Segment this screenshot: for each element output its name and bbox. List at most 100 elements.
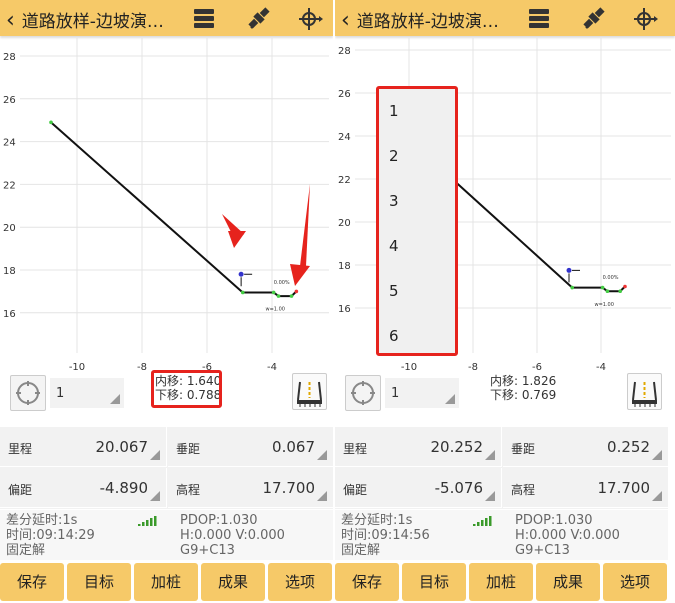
crosshair-circle-icon bbox=[351, 381, 375, 405]
field-label: 垂距 bbox=[176, 442, 201, 456]
status-sats: G9+C13 bbox=[515, 543, 570, 558]
field-value: -5.076 bbox=[434, 479, 483, 497]
width-label: w=1.00 bbox=[594, 302, 613, 308]
section-vertex bbox=[618, 289, 622, 294]
target-button[interactable]: 目标 bbox=[67, 563, 131, 601]
road-section-icon bbox=[632, 381, 657, 407]
width-label: w=1.00 bbox=[266, 307, 285, 313]
section-vertex bbox=[570, 285, 574, 290]
field-value: 0.252 bbox=[607, 438, 650, 456]
results-button[interactable]: 成果 bbox=[536, 563, 600, 601]
dropdown-triangle-icon bbox=[110, 394, 120, 404]
dropdown-option[interactable]: 3 bbox=[379, 179, 455, 224]
field-label: 里程 bbox=[8, 442, 33, 456]
field-label: 高程 bbox=[511, 483, 536, 497]
phone-screen: ‹ 道路放样-边坡演… -10 -8 -6 -4 16 18 20 22 24 26 28 0.00% w… bbox=[335, 0, 675, 603]
status-panel: 差分延时:1s 时间:09:14:56 固定解 PDOP:1.030 H:0.000 V… bbox=[335, 510, 668, 560]
offset-readout: 内移: 1.826 下移: 0.769 bbox=[490, 374, 556, 402]
layers-icon[interactable] bbox=[525, 4, 553, 32]
y-tick-label: 28 bbox=[338, 46, 351, 57]
stakeout-fields: 里程 20.252 垂距 0.252 偏距 -5.076 高程 17.700 bbox=[335, 427, 668, 509]
satellite-icon[interactable] bbox=[245, 4, 273, 32]
save-button[interactable]: 保存 bbox=[335, 563, 399, 601]
target-button[interactable]: 目标 bbox=[402, 563, 466, 601]
x-tick-label: -4 bbox=[267, 362, 277, 373]
bottom-toolbar: 保存 目标 加桩 成果 选项 bbox=[0, 563, 333, 603]
y-tick-label: 26 bbox=[3, 95, 16, 106]
layers-icon[interactable] bbox=[190, 4, 218, 32]
target-crosshair-icon[interactable] bbox=[296, 4, 324, 32]
field-2[interactable]: 偏距 -4.890 bbox=[0, 468, 167, 508]
page-title: 道路放样-边坡演… bbox=[356, 12, 499, 32]
section-vertex bbox=[600, 285, 605, 290]
bottom-toolbar: 保存 目标 加桩 成果 选项 bbox=[335, 563, 668, 603]
annotation-arrow bbox=[300, 184, 310, 266]
add-stake-button[interactable]: 加桩 bbox=[134, 563, 198, 601]
target-crosshair-icon[interactable] bbox=[631, 4, 659, 32]
field-label: 垂距 bbox=[511, 442, 536, 456]
status-right: PDOP:1.030 H:0.000 V:0.000 G9+C13 bbox=[180, 513, 285, 558]
top-bar: ‹ 道路放样-边坡演… bbox=[335, 0, 675, 36]
status-left: 差分延时:1s 时间:09:14:56 固定解 bbox=[341, 513, 430, 558]
y-tick-label: 16 bbox=[338, 304, 351, 315]
y-tick-label: 20 bbox=[338, 218, 351, 229]
station-select-value: 1 bbox=[56, 386, 65, 401]
field-0[interactable]: 里程 20.067 bbox=[0, 427, 167, 467]
status-solution: 固定解 bbox=[6, 543, 46, 558]
annotation-highlight-box bbox=[151, 370, 222, 408]
add-stake-button[interactable]: 加桩 bbox=[469, 563, 533, 601]
road-section-button[interactable] bbox=[292, 373, 327, 410]
status-delay: 差分延时:1s bbox=[341, 513, 413, 528]
satellite-icon[interactable] bbox=[580, 4, 608, 32]
y-tick-label: 20 bbox=[3, 223, 16, 234]
x-tick-label: -10 bbox=[401, 362, 417, 373]
options-button[interactable]: 选项 bbox=[268, 563, 332, 601]
status-hv: H:0.000 V:0.000 bbox=[515, 528, 620, 543]
back-title[interactable]: ‹ 道路放样-边坡演… bbox=[341, 7, 499, 33]
top-bar: ‹ 道路放样-边坡演… bbox=[0, 0, 333, 36]
status-time: 时间:09:14:29 bbox=[6, 528, 95, 543]
locate-target-button[interactable] bbox=[345, 375, 381, 411]
dropdown-triangle-icon bbox=[317, 450, 327, 460]
dropdown-option[interactable]: 1 bbox=[379, 89, 455, 134]
slope-label: 0.00% bbox=[603, 275, 619, 281]
x-tick-label: -6 bbox=[532, 362, 542, 373]
dropdown-option[interactable]: 5 bbox=[379, 269, 455, 314]
station-dropdown-list: 123456 bbox=[376, 86, 458, 356]
cross-section-chart[interactable]: -10 -8 -6 -4161820222426280.00%w=1.00 bbox=[0, 38, 333, 373]
dropdown-option[interactable]: 4 bbox=[379, 224, 455, 269]
station-select[interactable]: 1 bbox=[50, 378, 124, 408]
annotation-arrow bbox=[290, 264, 310, 286]
x-tick-label: -8 bbox=[137, 362, 147, 373]
signal-strength-icon bbox=[473, 514, 495, 530]
dropdown-option[interactable]: 6 bbox=[379, 314, 455, 359]
locate-target-button[interactable] bbox=[10, 375, 46, 411]
field-value: -4.890 bbox=[99, 479, 148, 497]
results-button[interactable]: 成果 bbox=[201, 563, 265, 601]
save-button[interactable]: 保存 bbox=[0, 563, 64, 601]
field-0[interactable]: 里程 20.252 bbox=[335, 427, 502, 467]
options-button[interactable]: 选项 bbox=[603, 563, 667, 601]
chevron-left-icon[interactable]: ‹ bbox=[6, 8, 22, 33]
dropdown-triangle-icon bbox=[652, 450, 662, 460]
status-pdop: PDOP:1.030 bbox=[515, 513, 593, 528]
field-2[interactable]: 偏距 -5.076 bbox=[335, 468, 502, 508]
down-offset: 下移: 0.769 bbox=[490, 388, 557, 402]
back-title[interactable]: ‹ 道路放样-边坡演… bbox=[6, 7, 164, 33]
y-tick-label: 16 bbox=[3, 309, 16, 320]
x-tick-label: -10 bbox=[69, 362, 85, 373]
field-3[interactable]: 高程 17.700 bbox=[168, 468, 333, 508]
field-1[interactable]: 垂距 0.067 bbox=[168, 427, 333, 467]
page-title: 道路放样-边坡演… bbox=[21, 12, 164, 32]
inner-offset: 内移: 1.826 bbox=[490, 374, 557, 388]
dropdown-option[interactable]: 2 bbox=[379, 134, 455, 179]
field-3[interactable]: 高程 17.700 bbox=[503, 468, 668, 508]
y-tick-label: 26 bbox=[338, 89, 351, 100]
dropdown-triangle-icon bbox=[150, 491, 160, 501]
road-section-button[interactable] bbox=[627, 373, 662, 410]
field-1[interactable]: 垂距 0.252 bbox=[503, 427, 668, 467]
chevron-left-icon[interactable]: ‹ bbox=[341, 8, 357, 33]
field-label: 偏距 bbox=[8, 483, 33, 497]
field-value: 0.067 bbox=[272, 438, 315, 456]
station-select[interactable]: 1 bbox=[385, 378, 459, 408]
